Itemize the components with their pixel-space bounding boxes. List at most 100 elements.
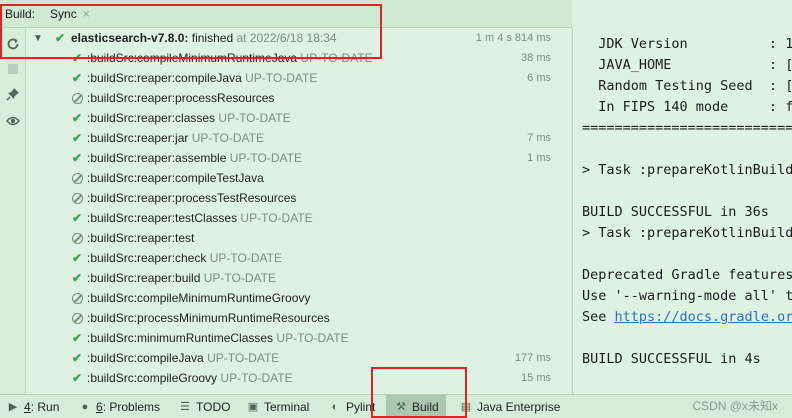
root-timestamp: at 2022/6/18 18:34 bbox=[236, 31, 337, 45]
tree-task-row[interactable]: :buildSrc:processMinimumRuntimeResources bbox=[26, 308, 572, 328]
task-duration: 6 ms bbox=[527, 72, 551, 84]
skipped-icon bbox=[71, 172, 83, 184]
task-text: :buildSrc:reaper:processTestResources bbox=[87, 191, 296, 205]
root-text: elasticsearch-v7.8.0: finished at 2022/6… bbox=[71, 31, 337, 45]
skipped-icon bbox=[71, 312, 83, 324]
problems-tab[interactable]: ● 6: Problems bbox=[78, 395, 160, 418]
task-name: :buildSrc:reaper:test bbox=[87, 231, 195, 245]
task-state: UP-TO-DATE bbox=[300, 51, 373, 65]
task-duration: 1 ms bbox=[527, 152, 551, 164]
success-check-icon: ✔ bbox=[71, 251, 83, 265]
run-tab[interactable]: ▶ 4: Run bbox=[6, 395, 60, 418]
problems-mnemonic: 6 bbox=[96, 399, 103, 414]
task-text: :buildSrc:reaper:compileTestJava bbox=[87, 171, 264, 185]
pylint-tab[interactable]: ◐ Pylint bbox=[328, 395, 376, 418]
task-name: :buildSrc:reaper:testClasses bbox=[87, 211, 238, 225]
task-text: :buildSrc:compileMinimumRuntimeGroovy bbox=[87, 291, 310, 305]
tree-task-row[interactable]: :buildSrc:reaper:processResources bbox=[26, 88, 572, 108]
tree-task-row[interactable]: :buildSrc:compileMinimumRuntimeGroovy bbox=[26, 288, 572, 308]
task-name: :buildSrc:reaper:check bbox=[87, 251, 207, 265]
task-text: :buildSrc:reaper:build UP-TO-DATE bbox=[87, 271, 276, 285]
skipped-icon bbox=[71, 192, 83, 204]
refresh-icon[interactable] bbox=[4, 35, 22, 53]
terminal-label: Terminal bbox=[264, 399, 310, 414]
tree-task-row[interactable]: :buildSrc:reaper:processTestResources bbox=[26, 188, 572, 208]
task-state: UP-TO-DATE bbox=[207, 351, 280, 365]
root-status: finished bbox=[188, 31, 234, 45]
tree-task-row[interactable]: ✔ :buildSrc:reaper:testClasses UP-TO-DATE bbox=[26, 208, 572, 228]
build-console-output[interactable]: JDK Version : 1 JAVA_HOME : [ Random Tes… bbox=[573, 28, 792, 394]
tree-task-row[interactable]: ✔:buildSrc:reaper:classes UP-TO-DATE bbox=[26, 108, 572, 128]
tree-task-row[interactable]: ✔:buildSrc:compileJava UP-TO-DATE 177 ms bbox=[26, 348, 572, 368]
console-line: BUILD SUCCESSFUL in 4s bbox=[582, 351, 761, 367]
build-tab-label: Build bbox=[412, 399, 439, 414]
tab-sync[interactable]: Sync × bbox=[48, 0, 92, 27]
task-name: :buildSrc:compileMinimumRuntimeJava bbox=[87, 51, 298, 65]
task-text: :buildSrc:reaper:assemble UP-TO-DATE bbox=[87, 151, 302, 165]
chevron-down-icon[interactable]: ▼ bbox=[32, 33, 44, 44]
pin-icon[interactable] bbox=[4, 85, 22, 103]
task-text: :buildSrc:compileGroovy UP-TO-DATE bbox=[87, 371, 293, 385]
csdn-watermark: CSDN @x未知x bbox=[692, 399, 778, 413]
terminal-icon: ▣ bbox=[247, 401, 259, 413]
success-check-icon: ✔ bbox=[71, 271, 83, 285]
task-duration: 38 ms bbox=[521, 52, 551, 64]
tree-task-row[interactable]: ✔:buildSrc:compileMinimumRuntimeJava UP-… bbox=[26, 48, 572, 68]
tree-task-row[interactable]: ✔:buildSrc:reaper:jar UP-TO-DATE 7 ms bbox=[26, 128, 572, 148]
task-duration: 7 ms bbox=[527, 132, 551, 144]
build-label: Build: bbox=[5, 6, 36, 21]
tool-window-bar: ▶ 4: Run ● 6: Problems ☰ TODO ▣ Terminal… bbox=[0, 394, 792, 418]
close-icon[interactable]: × bbox=[83, 7, 90, 21]
tree-task-row[interactable]: ✔ :buildSrc:minimumRuntimeClasses UP-TO-D… bbox=[26, 328, 572, 348]
terminal-tab[interactable]: ▣ Terminal bbox=[246, 395, 310, 418]
pylint-icon: ◐ bbox=[331, 400, 339, 413]
task-name: :buildSrc:reaper:compileTestJava bbox=[87, 171, 264, 185]
tree-task-row[interactable]: ✔ :buildSrc:reaper:check UP-TO-DATE bbox=[26, 248, 572, 268]
task-state: UP-TO-DATE bbox=[276, 331, 349, 345]
success-check-icon: ✔ bbox=[54, 31, 66, 45]
skipped-icon bbox=[71, 292, 83, 304]
build-side-toolbar bbox=[0, 28, 26, 394]
tree-task-row[interactable]: ✔ :buildSrc:reaper:build UP-TO-DATE bbox=[26, 268, 572, 288]
success-check-icon: ✔ bbox=[71, 331, 83, 345]
run-mnemonic: 4 bbox=[24, 399, 31, 414]
console-line: Use '--warning-mode all' to bbox=[582, 288, 792, 304]
task-state: UP-TO-DATE bbox=[218, 111, 291, 125]
todo-tab[interactable]: ☰ TODO bbox=[178, 395, 230, 418]
console-line: > Task :prepareKotlinBuildS bbox=[582, 162, 792, 178]
tree-task-row[interactable]: ✔:buildSrc:compileGroovy UP-TO-DATE 15 ms bbox=[26, 368, 572, 388]
task-name: :buildSrc:reaper:build bbox=[87, 271, 201, 285]
gradle-docs-link[interactable]: https://docs.gradle.org bbox=[615, 309, 792, 325]
console-link-prefix: See bbox=[582, 309, 615, 325]
task-name: :buildSrc:reaper:classes bbox=[87, 111, 216, 125]
tree-task-row[interactable]: ✔:buildSrc:reaper:assemble UP-TO-DATE 1 m… bbox=[26, 148, 572, 168]
task-state: UP-TO-DATE bbox=[240, 211, 313, 225]
tree-root-row[interactable]: ▼ ✔ elasticsearch-v7.8.0: finished at 20… bbox=[26, 28, 572, 48]
eye-icon[interactable] bbox=[4, 112, 22, 130]
tree-task-row[interactable]: :buildSrc:reaper:test bbox=[26, 228, 572, 248]
console-line: > Task :prepareKotlinBuildS bbox=[582, 225, 792, 241]
task-name: :buildSrc:minimumRuntimeClasses bbox=[87, 331, 274, 345]
stop-icon[interactable] bbox=[4, 60, 22, 78]
task-text: :buildSrc:minimumRuntimeClasses UP-TO-DA… bbox=[87, 331, 349, 345]
build-tab[interactable]: ⚒ Build bbox=[386, 395, 446, 418]
success-check-icon: ✔ bbox=[71, 211, 83, 225]
task-text: :buildSrc:processMinimumRuntimeResources bbox=[87, 311, 330, 325]
java-enterprise-icon: ▤ bbox=[460, 401, 472, 413]
task-text: :buildSrc:compileMinimumRuntimeJava UP-T… bbox=[87, 51, 373, 65]
success-check-icon: ✔ bbox=[71, 131, 83, 145]
task-name: :buildSrc:reaper:assemble bbox=[87, 151, 227, 165]
success-check-icon: ✔ bbox=[71, 371, 83, 385]
task-name: :buildSrc:compileMinimumRuntimeGroovy bbox=[87, 291, 311, 305]
tree-task-row[interactable]: ✔:buildSrc:reaper:compileJava UP-TO-DATE… bbox=[26, 68, 572, 88]
success-check-icon: ✔ bbox=[71, 351, 83, 365]
task-name: :buildSrc:reaper:compileJava bbox=[87, 71, 242, 85]
java-enterprise-tab[interactable]: ▤ Java Enterprise bbox=[459, 395, 561, 418]
skipped-icon bbox=[71, 92, 83, 104]
root-duration: 1 m 4 s 814 ms bbox=[475, 32, 551, 44]
task-text: :buildSrc:reaper:check UP-TO-DATE bbox=[87, 251, 282, 265]
task-state: UP-TO-DATE bbox=[229, 151, 302, 165]
tree-task-row[interactable]: :buildSrc:reaper:compileTestJava bbox=[26, 168, 572, 188]
console-line: JDK Version : 1 bbox=[582, 36, 792, 52]
task-state: UP-TO-DATE bbox=[191, 131, 264, 145]
